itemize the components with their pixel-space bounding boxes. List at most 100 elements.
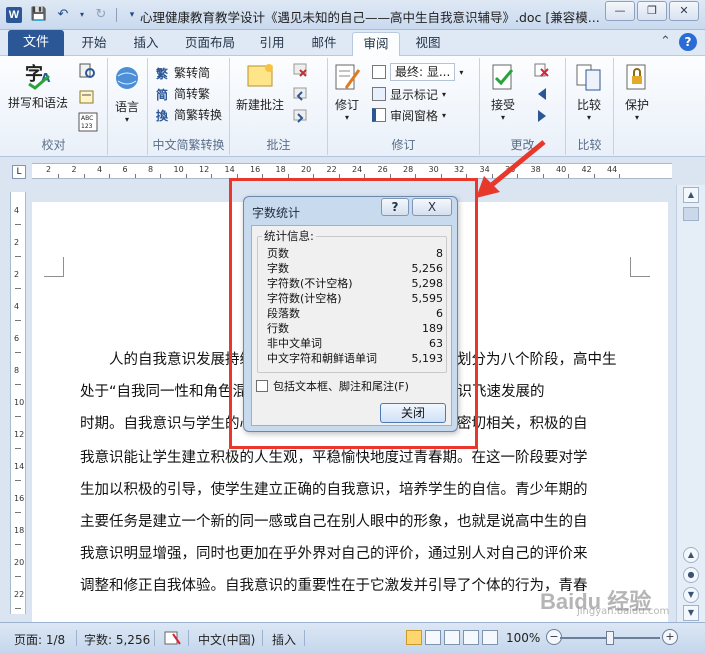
select-browse-object-icon[interactable]: ● bbox=[683, 567, 699, 583]
simp-to-trad-button[interactable]: 简 简转繁 bbox=[156, 83, 210, 103]
margin-corner-mark bbox=[44, 257, 64, 277]
ruler-number: 26 bbox=[377, 165, 388, 174]
draft-view-icon[interactable] bbox=[482, 630, 498, 645]
ruler-tick bbox=[15, 448, 21, 449]
zoom-in-icon[interactable]: + bbox=[662, 629, 678, 645]
research-icon[interactable] bbox=[78, 62, 96, 80]
ruler-tick bbox=[338, 174, 340, 178]
scroll-up-icon[interactable]: ▲ bbox=[683, 187, 699, 203]
customize-qat-icon[interactable]: ▾ bbox=[123, 6, 141, 24]
trad-to-simp-button[interactable]: 繁 繁转简 bbox=[156, 62, 210, 82]
zoom-level[interactable]: 100% bbox=[506, 631, 540, 645]
close-window-button[interactable]: ✕ bbox=[669, 1, 699, 21]
stat-label: 段落数 bbox=[267, 307, 300, 320]
dialog-help-button[interactable]: ? bbox=[381, 198, 409, 216]
word-count-icon[interactable]: ABC123 bbox=[78, 112, 98, 132]
tab-references[interactable]: 引用 bbox=[250, 32, 294, 56]
proofing-status-icon[interactable] bbox=[164, 630, 182, 646]
dialog-close-icon[interactable]: X bbox=[412, 198, 452, 216]
ruler-number: 16 bbox=[250, 165, 261, 174]
horizontal-ruler[interactable]: 2 2 4 6 8 10 12 14 16 18 20 22 24 26 28 30 32 34 36 38 40 42 4… bbox=[32, 163, 672, 179]
reject-change-icon[interactable] bbox=[534, 62, 550, 78]
word-count-indicator[interactable]: 字数: 5,256 bbox=[84, 631, 150, 648]
include-textboxes-checkbox[interactable] bbox=[256, 380, 268, 392]
trad-to-simp-icon: 繁 bbox=[156, 67, 169, 81]
ruler-tick bbox=[15, 384, 21, 385]
tab-file[interactable]: 文件 bbox=[8, 30, 64, 56]
previous-comment-icon[interactable] bbox=[292, 86, 308, 102]
ruler-number: 2 bbox=[14, 238, 20, 247]
scroll-down-icon[interactable]: ▼ bbox=[683, 605, 699, 621]
minimize-ribbon-icon[interactable]: ⌃ bbox=[660, 34, 671, 49]
show-markup-icon bbox=[372, 87, 386, 101]
help-icon[interactable]: ? bbox=[679, 33, 697, 51]
tab-insert[interactable]: 插入 bbox=[124, 32, 168, 56]
previous-change-icon[interactable] bbox=[534, 86, 550, 102]
web-layout-view-icon[interactable] bbox=[444, 630, 460, 645]
protect-button[interactable]: 保护 ▾ bbox=[622, 62, 652, 122]
stat-value: 189 bbox=[422, 322, 443, 335]
stat-label: 字符数(不计空格) bbox=[267, 277, 353, 290]
language-globe-icon bbox=[116, 67, 138, 89]
display-review-icon bbox=[372, 65, 386, 79]
language-button[interactable]: 语言 ▾ bbox=[112, 64, 142, 124]
print-layout-view-icon[interactable] bbox=[406, 630, 422, 645]
chinese-convert-button[interactable]: 換 简繁转换 bbox=[156, 104, 222, 124]
insert-mode-indicator[interactable]: 插入 bbox=[272, 631, 296, 648]
undo-dropdown-icon[interactable]: ▾ bbox=[78, 6, 86, 24]
include-textboxes-checkbox-row[interactable]: 包括文本框、脚注和尾注(F) bbox=[256, 378, 409, 394]
new-comment-button[interactable]: 新建批注 bbox=[236, 62, 284, 113]
redo-icon[interactable]: ↻ bbox=[92, 6, 110, 24]
ruler-tick bbox=[58, 174, 59, 178]
simp-to-trad-icon: 简 bbox=[156, 88, 169, 102]
chevron-down-icon: ▾ bbox=[459, 67, 464, 77]
undo-icon[interactable]: ↶ bbox=[54, 6, 72, 24]
thesaurus-icon[interactable] bbox=[78, 88, 96, 106]
ruler-number: 4 bbox=[14, 206, 20, 215]
next-comment-icon[interactable] bbox=[292, 108, 308, 124]
outline-view-icon[interactable] bbox=[463, 630, 479, 645]
page-indicator[interactable]: 页面: 1/8 bbox=[14, 631, 65, 648]
ruler-tick bbox=[389, 174, 391, 178]
display-for-review-dropdown[interactable]: 最终: 显... ▾ bbox=[372, 62, 463, 82]
close-button[interactable]: 关闭 bbox=[380, 403, 446, 423]
full-screen-reading-view-icon[interactable] bbox=[425, 630, 441, 645]
quick-access-toolbar: 💾 ↶ ▾ ↻ ▾ bbox=[30, 6, 141, 24]
spelling-grammar-button[interactable]: 字 A 拼写和语法 bbox=[8, 60, 68, 111]
tab-review[interactable]: 审阅 bbox=[352, 32, 400, 56]
ruler-tick bbox=[262, 174, 263, 178]
track-changes-button[interactable]: 修订 ▾ bbox=[332, 62, 362, 122]
next-change-icon[interactable] bbox=[534, 108, 550, 124]
tab-mailings[interactable]: 邮件 bbox=[302, 32, 346, 56]
chevron-down-icon: ▾ bbox=[442, 89, 447, 99]
next-page-icon[interactable]: ▼ bbox=[683, 587, 699, 603]
ruler-tick bbox=[415, 174, 416, 178]
scrollbar-thumb[interactable] bbox=[683, 207, 699, 221]
tab-page-layout[interactable]: 页面布局 bbox=[176, 32, 244, 56]
ruler-number: 18 bbox=[275, 165, 286, 174]
ruler-tick bbox=[109, 174, 110, 178]
previous-page-icon[interactable]: ▲ bbox=[683, 547, 699, 563]
word-app-icon[interactable]: W bbox=[6, 7, 22, 23]
accept-button[interactable]: 接受 ▾ bbox=[488, 62, 518, 122]
restore-button[interactable]: ❐ bbox=[637, 1, 667, 21]
tab-selector[interactable]: L bbox=[12, 165, 26, 179]
show-markup-button[interactable]: 显示标记 ▾ bbox=[372, 84, 446, 104]
compare-button[interactable]: 比较 ▾ bbox=[574, 62, 604, 122]
ruler-number: 40 bbox=[556, 165, 567, 174]
language-indicator[interactable]: 中文(中国) bbox=[198, 631, 255, 648]
minimize-button[interactable]: — bbox=[605, 1, 635, 21]
vertical-scrollbar[interactable]: ▲ ▲ ● ▼ ▼ bbox=[676, 185, 705, 622]
tab-home[interactable]: 开始 bbox=[72, 32, 116, 56]
ruler-number: 14 bbox=[224, 165, 235, 174]
vertical-ruler[interactable]: 4 2 2 4 6 8 10 12 14 16 18 20 22 bbox=[10, 192, 26, 614]
tab-view[interactable]: 视图 bbox=[406, 32, 450, 56]
delete-comment-icon[interactable] bbox=[292, 62, 308, 78]
zoom-slider-thumb[interactable] bbox=[606, 631, 614, 645]
reviewing-pane-button[interactable]: 审阅窗格 ▾ bbox=[372, 105, 446, 125]
ruler-number: 44 bbox=[607, 165, 618, 174]
save-icon[interactable]: 💾 bbox=[30, 6, 48, 24]
stat-label: 非中文单词 bbox=[267, 337, 322, 350]
accept-dropdown-icon: ▾ bbox=[500, 113, 505, 122]
word-count-dialog: 字数统计 ? X 统计信息: 页数 8 字数 5,256 字符数(不计空格) 5,29… bbox=[243, 196, 458, 432]
